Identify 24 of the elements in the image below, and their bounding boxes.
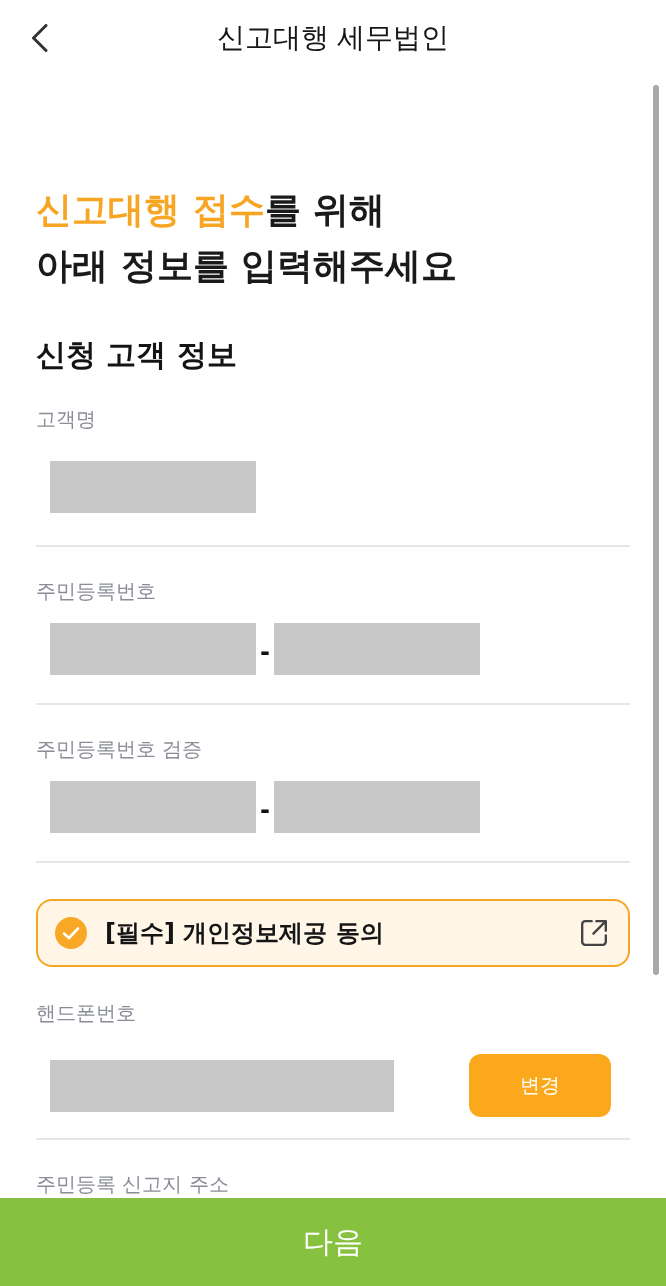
change-button[interactable]: 변경 xyxy=(469,1054,611,1117)
field-label: 핸드폰번호 xyxy=(36,1000,136,1027)
headline: 신고대행 접수를 위해 아래 정보를 입력해주세요 xyxy=(36,188,458,288)
redacted-input-field[interactable] xyxy=(50,623,256,675)
redacted-input-field[interactable] xyxy=(50,781,256,833)
scrollbar[interactable] xyxy=(653,85,659,975)
next-button[interactable]: 다음 xyxy=(0,1198,666,1286)
page-title: 신고대행 세무법인 xyxy=(216,20,450,56)
consent-card[interactable]: [필수] 개인정보제공 동의 xyxy=(36,899,630,967)
field-label: 주민등록 신고지 주소 xyxy=(36,1171,229,1198)
redacted-input-field[interactable] xyxy=(274,781,480,833)
back-button[interactable] xyxy=(31,24,48,52)
field-label: 고객명 xyxy=(36,406,96,433)
external-link-icon[interactable] xyxy=(581,920,607,946)
consent-label: [필수] 개인정보제공 동의 xyxy=(105,918,385,949)
field-label: 주민등록번호 xyxy=(36,578,156,605)
field-label: 주민등록번호 검증 xyxy=(36,736,203,763)
redacted-input-field[interactable] xyxy=(50,1059,394,1112)
separator-dash: - xyxy=(259,795,271,826)
check-circle-icon[interactable] xyxy=(55,917,87,949)
redacted-input-field[interactable] xyxy=(50,461,256,513)
redacted-input-field[interactable] xyxy=(274,623,480,675)
separator-dash: - xyxy=(259,637,271,668)
section-title: 신청 고객 정보 xyxy=(36,336,237,374)
